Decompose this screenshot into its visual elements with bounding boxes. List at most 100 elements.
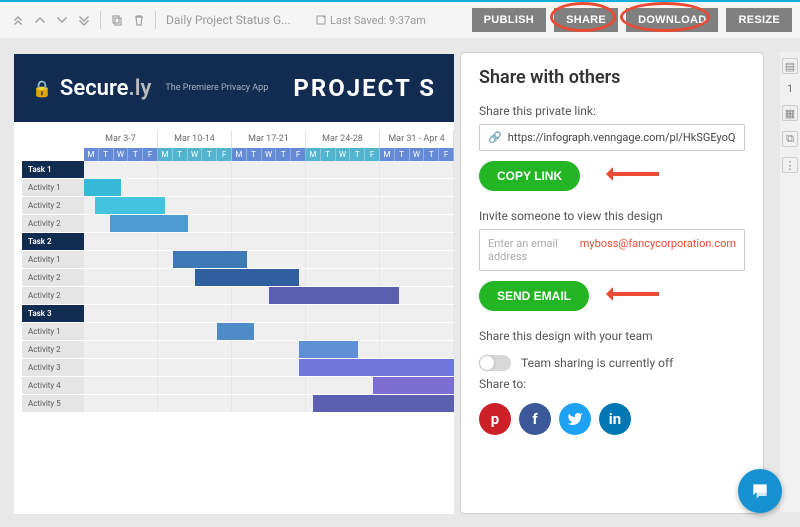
date-header: Mar 10-14 [158,130,232,148]
email-input[interactable]: Enter an email address myboss@fancycorpo… [479,229,745,271]
day-header: T [321,148,336,161]
date-header: Mar 31 - Apr 4 [380,130,454,148]
day-header: W [262,148,277,161]
activity-row: Activity 2 [22,341,454,359]
row-label: Activity 1 [22,179,84,197]
gantt-bar [217,323,254,340]
design-canvas[interactable]: 🔒 Secure.ly The Premiere Privacy App PRO… [14,54,454,514]
invite-label: Invite someone to view this design [479,209,745,223]
grid-icon[interactable]: ▦ [782,105,798,121]
send-email-button[interactable]: SEND EMAIL [479,281,589,311]
row-label: Activity 2 [22,287,84,305]
day-header: T [99,148,114,161]
row-label: Activity 1 [22,251,84,269]
gantt-bar [299,359,454,376]
gantt-bar [269,287,399,304]
more-icon[interactable]: ⋮ [782,157,798,173]
right-rail: ▤ 1 ▦ ⧉ ⋮ [780,52,800,512]
team-sharing-toggle[interactable] [479,355,511,371]
activity-row: Activity 2 [22,197,454,215]
day-header: F [217,148,232,161]
resize-button[interactable]: RESIZE [726,8,792,32]
date-header: Mar 3-7 [84,130,158,148]
task-row: Task 3 [22,305,454,323]
chevron-up-icon[interactable] [30,10,50,30]
chevron-down-icon[interactable] [52,10,72,30]
gantt-bar [173,251,247,268]
day-header: F [439,148,454,161]
copy-icon[interactable] [107,10,127,30]
task-row: Task 1 [22,161,454,179]
app-toolbar: Daily Project Status G... Last Saved: 9:… [0,2,800,38]
email-placeholder: Enter an email address [488,237,572,263]
publish-button[interactable]: PUBLISH [472,8,546,32]
share-button[interactable]: SHARE [554,8,618,32]
activity-row: Activity 4 [22,377,454,395]
twitter-button[interactable] [559,403,591,435]
activity-row: Activity 1 [22,251,454,269]
date-header: Mar 17-21 [232,130,306,148]
row-label: Activity 5 [22,395,84,413]
trash-icon[interactable] [129,10,149,30]
page-title: PROJECT S [276,74,436,102]
gantt-bar [373,377,454,394]
row-label: Task 2 [22,233,84,251]
gantt-bar [84,179,121,196]
link-label: Share this private link: [479,104,745,118]
share-panel: Share with others Share this private lin… [460,52,764,514]
share-heading: Share with others [479,67,745,88]
row-label: Activity 2 [22,215,84,233]
day-header: F [291,148,306,161]
activity-row: Activity 1 [22,323,454,341]
gantt-bar [299,341,358,358]
chat-button[interactable] [738,469,782,513]
lock-icon: 🔒 [32,79,52,98]
date-header: Mar 24-28 [306,130,380,148]
share-link-input[interactable]: 🔗 https://infograph.venngage.com/pl/HkSG… [479,124,745,151]
double-chevron-down-icon[interactable] [74,10,94,30]
facebook-button[interactable]: f [519,403,551,435]
day-header: T [424,148,439,161]
day-header: M [380,148,395,161]
row-label: Activity 3 [22,359,84,377]
double-chevron-up-icon[interactable] [8,10,28,30]
pinterest-button[interactable]: p [479,403,511,435]
annotation-arrow-icon [599,167,659,181]
download-button[interactable]: DOWNLOAD [626,8,718,32]
annotation-arrow-icon [599,287,659,301]
day-header: M [158,148,173,161]
gantt-bar [313,395,454,412]
link-icon: 🔗 [488,131,502,144]
day-header: W [188,148,203,161]
day-header: M [306,148,321,161]
day-header: T [202,148,217,161]
day-header: M [232,148,247,161]
day-header: T [247,148,262,161]
row-label: Activity 2 [22,341,84,359]
duplicate-icon[interactable]: ⧉ [782,131,798,147]
doc-header: 🔒 Secure.ly The Premiere Privacy App PRO… [14,54,454,122]
day-header: T [395,148,410,161]
day-header: T [128,148,143,161]
row-label: Activity 2 [22,269,84,287]
day-header: F [143,148,158,161]
gantt-bar [195,269,299,286]
brand-name: Secure.ly [60,76,151,101]
email-value: myboss@fancycorporation.com [580,237,736,263]
row-label: Activity 1 [22,323,84,341]
activity-row: Activity 5 [22,395,454,413]
layers-icon[interactable]: ▤ [782,58,798,74]
gantt-chart: Mar 3-7Mar 10-14Mar 17-21Mar 24-28Mar 31… [14,122,454,413]
linkedin-button[interactable]: in [599,403,631,435]
document-title[interactable]: Daily Project Status G... [166,13,306,27]
day-header: W [336,148,351,161]
day-header: F [365,148,380,161]
brand-tagline: The Premiere Privacy App [165,83,268,93]
activity-row: Activity 2 [22,287,454,305]
share-to-label: Share to: [479,377,745,391]
row-label: Task 1 [22,161,84,179]
copy-link-button[interactable]: COPY LINK [479,161,580,191]
page-number: 1 [787,84,793,95]
day-header: M [84,148,99,161]
last-saved-label: Last Saved: 9:37am [316,14,426,27]
